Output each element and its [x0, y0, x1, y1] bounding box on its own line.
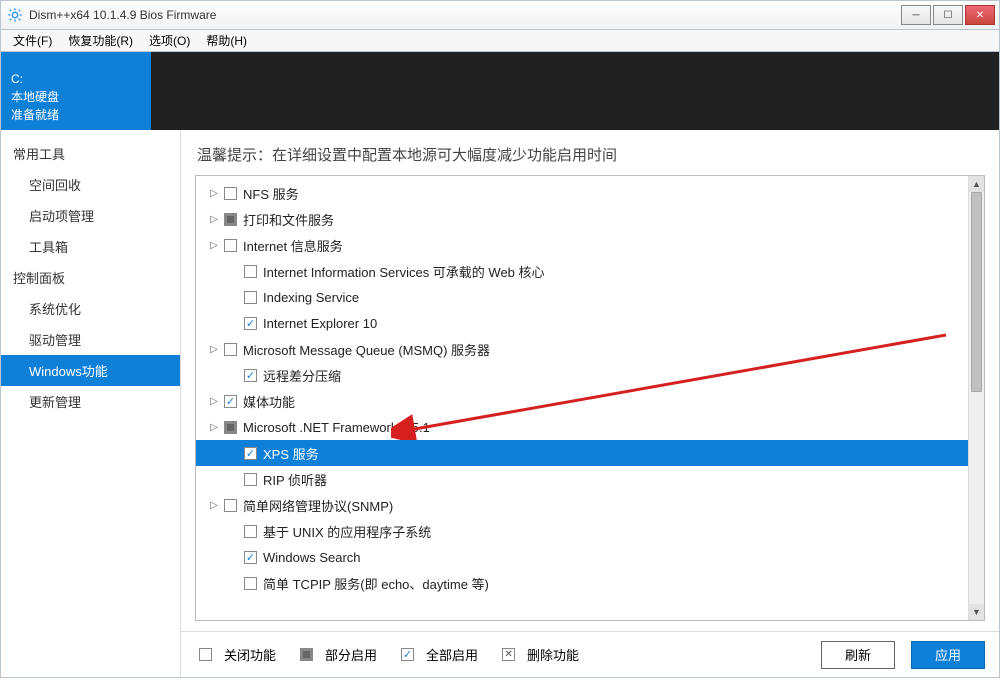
menu-help[interactable]: 帮助(H)	[198, 30, 255, 51]
feature-checkbox[interactable]	[224, 421, 237, 434]
sidebar-item-panel-1[interactable]: 驱动管理	[1, 324, 180, 355]
feature-checkbox[interactable]	[244, 577, 257, 590]
feature-label: NFS 服务	[243, 184, 299, 203]
feature-checkbox[interactable]	[224, 187, 237, 200]
expand-icon[interactable]: ▷	[208, 240, 220, 251]
feature-label: 远程差分压缩	[263, 366, 341, 385]
feature-node[interactable]: ▷ Microsoft Message Queue (MSMQ) 服务器	[196, 336, 968, 362]
feature-checkbox[interactable]	[244, 551, 257, 564]
drive-type: 本地硬盘	[11, 88, 141, 106]
feature-checkbox[interactable]	[224, 213, 237, 226]
sidebar-item-panel-3[interactable]: 更新管理	[1, 386, 180, 417]
feature-label: 简单网络管理协议(SNMP)	[243, 496, 393, 515]
feature-checkbox[interactable]	[244, 525, 257, 538]
feature-checkbox[interactable]	[224, 499, 237, 512]
feature-node[interactable]: XPS 服务	[196, 440, 968, 466]
scroll-up-icon[interactable]: ▲	[969, 176, 984, 192]
minimize-button[interactable]: ─	[901, 5, 931, 25]
feature-node[interactable]: Windows Search	[196, 544, 968, 570]
window-title: Dism++x64 10.1.4.9 Bios Firmware	[29, 8, 901, 22]
feature-checkbox[interactable]	[224, 395, 237, 408]
feature-checkbox[interactable]	[244, 291, 257, 304]
legend-partial: 部分启用	[296, 645, 377, 664]
feature-node[interactable]: Indexing Service	[196, 284, 968, 310]
expand-icon[interactable]: ▷	[208, 344, 220, 355]
menu-file[interactable]: 文件(F)	[5, 30, 60, 51]
feature-checkbox[interactable]	[244, 265, 257, 278]
feature-node[interactable]: ▷ 媒体功能	[196, 388, 968, 414]
feature-node[interactable]: ▷ Internet 信息服务	[196, 232, 968, 258]
feature-node[interactable]: 远程差分压缩	[196, 362, 968, 388]
feature-label: 媒体功能	[243, 392, 295, 411]
maximize-button[interactable]: ☐	[933, 5, 963, 25]
expand-icon[interactable]: ▷	[208, 214, 220, 225]
feature-checkbox[interactable]	[224, 343, 237, 356]
titlebar: Dism++x64 10.1.4.9 Bios Firmware ─ ☐ ✕	[0, 0, 1000, 30]
feature-label: Microsoft .NET Framework 3.5.1	[243, 420, 430, 435]
sidebar-item-panel-2[interactable]: Windows功能	[1, 355, 180, 386]
feature-checkbox[interactable]	[244, 473, 257, 486]
drive-letter: C:	[11, 70, 141, 88]
menu-restore[interactable]: 恢复功能(R)	[60, 30, 141, 51]
refresh-button[interactable]: 刷新	[821, 641, 895, 669]
feature-node[interactable]: RIP 侦听器	[196, 466, 968, 492]
legend-delete: 删除功能	[498, 645, 579, 664]
feature-node[interactable]: 基于 UNIX 的应用程序子系统	[196, 518, 968, 544]
app-icon	[7, 7, 23, 23]
feature-label: Internet Explorer 10	[263, 316, 377, 331]
tip-text: 温馨提示：在详细设置中配置本地源可大幅度减少功能启用时间	[181, 130, 999, 175]
feature-label: Microsoft Message Queue (MSMQ) 服务器	[243, 340, 490, 359]
feature-node[interactable]: ▷ NFS 服务	[196, 180, 968, 206]
feature-label: RIP 侦听器	[263, 470, 327, 489]
expand-icon[interactable]: ▷	[208, 422, 220, 433]
scroll-thumb[interactable]	[971, 192, 982, 392]
expand-icon[interactable]: ▷	[208, 500, 220, 511]
feature-label: 基于 UNIX 的应用程序子系统	[263, 522, 431, 541]
feature-label: Internet 信息服务	[243, 236, 343, 255]
menubar: 文件(F) 恢复功能(R) 选项(O) 帮助(H)	[0, 30, 1000, 52]
menu-options[interactable]: 选项(O)	[141, 30, 198, 51]
drive-card[interactable]: C: 本地硬盘 准备就绪	[1, 52, 151, 130]
drive-header: C: 本地硬盘 准备就绪	[0, 52, 1000, 130]
feature-label: Indexing Service	[263, 290, 359, 305]
sidebar-item-0[interactable]: 空间回收	[1, 169, 180, 200]
sidebar-item-1[interactable]: 启动项管理	[1, 200, 180, 231]
drive-status: 准备就绪	[11, 106, 141, 124]
feature-node[interactable]: Internet Information Services 可承载的 Web 核…	[196, 258, 968, 284]
feature-node[interactable]: 简单 TCPIP 服务(即 echo、daytime 等)	[196, 570, 968, 596]
scrollbar[interactable]: ▲ ▼	[968, 176, 984, 620]
sidebar: 常用工具空间回收启动项管理工具箱控制面板系统优化驱动管理Windows功能更新管…	[1, 130, 181, 677]
feature-label: Windows Search	[263, 550, 361, 565]
feature-label: XPS 服务	[263, 444, 319, 463]
feature-tree-wrap: ▷ NFS 服务 ▷ 打印和文件服务 ▷ Internet 信息服务 Internet In…	[195, 175, 985, 621]
sidebar-header-panel: 控制面板	[1, 262, 180, 293]
feature-label: 简单 TCPIP 服务(即 echo、daytime 等)	[263, 574, 489, 593]
feature-node[interactable]: ▷ 打印和文件服务	[196, 206, 968, 232]
sidebar-header-tools: 常用工具	[1, 138, 180, 169]
feature-label: Internet Information Services 可承载的 Web 核…	[263, 262, 545, 281]
footer: 关闭功能 部分启用 全部启用 删除功能 刷新 应用	[181, 631, 999, 677]
feature-node[interactable]: ▷ Microsoft .NET Framework 3.5.1	[196, 414, 968, 440]
legend-off: 关闭功能	[195, 645, 276, 664]
expand-icon[interactable]: ▷	[208, 188, 220, 199]
feature-checkbox[interactable]	[224, 239, 237, 252]
scroll-down-icon[interactable]: ▼	[969, 604, 984, 620]
feature-node[interactable]: Internet Explorer 10	[196, 310, 968, 336]
sidebar-item-panel-0[interactable]: 系统优化	[1, 293, 180, 324]
sidebar-item-2[interactable]: 工具箱	[1, 231, 180, 262]
feature-checkbox[interactable]	[244, 447, 257, 460]
feature-label: 打印和文件服务	[243, 210, 334, 229]
feature-checkbox[interactable]	[244, 369, 257, 382]
apply-button[interactable]: 应用	[911, 641, 985, 669]
main-area: 常用工具空间回收启动项管理工具箱控制面板系统优化驱动管理Windows功能更新管…	[0, 130, 1000, 678]
feature-checkbox[interactable]	[244, 317, 257, 330]
expand-icon[interactable]: ▷	[208, 396, 220, 407]
close-button[interactable]: ✕	[965, 5, 995, 25]
feature-node[interactable]: ▷ 简单网络管理协议(SNMP)	[196, 492, 968, 518]
legend-on: 全部启用	[397, 645, 478, 664]
content: 温馨提示：在详细设置中配置本地源可大幅度减少功能启用时间 ▷ NFS 服务 ▷ 打印和…	[181, 130, 999, 677]
feature-tree[interactable]: ▷ NFS 服务 ▷ 打印和文件服务 ▷ Internet 信息服务 Internet In…	[196, 176, 968, 620]
